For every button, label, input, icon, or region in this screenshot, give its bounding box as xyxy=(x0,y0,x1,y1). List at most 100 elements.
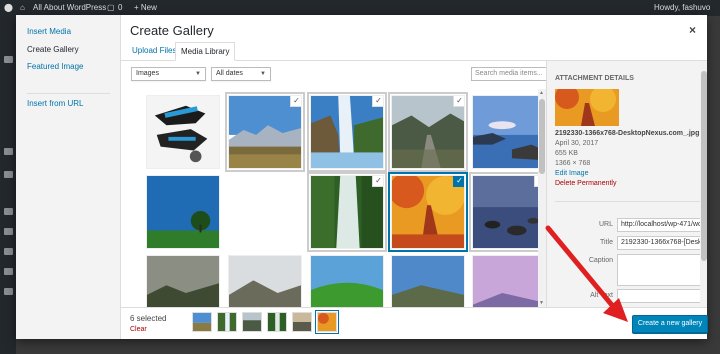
valley-road-mini xyxy=(243,313,261,331)
check-icon[interactable]: ✓ xyxy=(373,96,383,106)
mountain-lake-mini xyxy=(193,313,211,331)
pink-sky-image xyxy=(473,256,545,307)
check-icon[interactable]: ✓ xyxy=(454,176,464,186)
users-icon[interactable] xyxy=(4,248,13,255)
grid-scrollbar-thumb[interactable] xyxy=(539,99,545,174)
details-scrollbar-thumb[interactable] xyxy=(701,71,707,261)
menu-insert-from-url[interactable]: Insert from URL xyxy=(27,99,83,108)
attachment-item[interactable] xyxy=(146,175,220,249)
delete-permanently-link[interactable]: Delete Permanently xyxy=(555,180,616,187)
alt-text-label: Alt Text xyxy=(590,292,613,299)
media-footer: 6 selected Clear Create a new gallery xyxy=(121,307,708,339)
create-gallery-button[interactable]: Create a new gallery xyxy=(632,315,708,333)
site-name-link[interactable]: All About WordPress xyxy=(33,3,106,12)
title-field[interactable]: 2192330-1366x768-[Desktc xyxy=(617,236,701,250)
check-icon[interactable]: ✓ xyxy=(373,176,383,186)
clear-selection-link[interactable]: Clear xyxy=(130,326,147,333)
details-thumbnail xyxy=(555,89,619,126)
tab-media-library[interactable]: Media Library xyxy=(175,42,236,61)
wordpress-logo-icon[interactable]: ⬤ xyxy=(4,3,13,12)
menu-featured-image[interactable]: Featured Image xyxy=(27,62,83,71)
details-heading: Attachment Details xyxy=(555,75,634,82)
attachment-item[interactable] xyxy=(146,95,220,169)
green-hills-image xyxy=(311,256,383,307)
attachment-item[interactable]: ✓ xyxy=(472,175,546,249)
details-date: April 30, 2017 xyxy=(555,140,599,147)
howdy-user-link[interactable]: Howdy, fashuvo xyxy=(654,3,710,12)
mountain-lake-image xyxy=(229,96,301,168)
caption-field[interactable] xyxy=(617,254,701,286)
menu-create-gallery[interactable]: Create Gallery xyxy=(27,45,79,54)
date-filter-value: All dates xyxy=(216,70,243,77)
waterfall-mini xyxy=(218,313,236,331)
coast-rocks-image xyxy=(473,96,545,168)
attachment-details-sidebar: Attachment Details 2192330-1366x768-Desk… xyxy=(546,61,707,307)
details-scrollbar[interactable] xyxy=(700,61,707,307)
attachment-item[interactable] xyxy=(472,255,546,307)
comments-menu-icon[interactable] xyxy=(4,171,13,178)
date-filter-select[interactable]: All dates ▼ xyxy=(211,67,271,81)
waterfall-green-mini xyxy=(268,313,286,331)
details-dimensions: 1366 × 768 xyxy=(555,160,591,167)
media-toolbar: Images ▼ All dates ▼ Search media items.… xyxy=(121,61,548,89)
appearance-icon[interactable] xyxy=(4,208,13,215)
selection-thumb[interactable] xyxy=(242,312,262,332)
attachment-item[interactable]: ✓ xyxy=(391,95,465,169)
pages-icon[interactable] xyxy=(4,148,13,155)
river-valley-image xyxy=(392,256,464,307)
sea-stones-image xyxy=(473,176,545,248)
pin-icon[interactable] xyxy=(4,56,13,63)
waterfall-image xyxy=(311,96,383,168)
menu-insert-media[interactable]: Insert Media xyxy=(27,27,71,36)
check-icon[interactable]: ✓ xyxy=(291,96,301,106)
tab-upload-files[interactable]: Upload Files xyxy=(127,42,181,61)
alt-text-field[interactable] xyxy=(617,289,701,303)
caption-label: Caption xyxy=(588,257,613,264)
attachments-grid: ✓ ✓ ✓ ✓ ✓ xyxy=(121,89,546,307)
chevron-down-icon: ▼ xyxy=(195,71,201,77)
check-icon[interactable]: ✓ xyxy=(454,96,464,106)
title-label: Title xyxy=(600,239,613,246)
selection-thumb[interactable] xyxy=(317,312,337,332)
close-icon[interactable]: × xyxy=(689,23,696,37)
selection-count: 6 selected xyxy=(130,314,167,323)
new-content-link[interactable]: + New xyxy=(134,3,157,12)
admin-bar: ⬤ ⌂ All About WordPress ▢ 0 + New Howdy,… xyxy=(0,0,720,16)
modal-title: Create Gallery xyxy=(130,23,214,38)
url-field[interactable]: http://localhost/wp-471/wc xyxy=(617,218,701,232)
attachment-item[interactable] xyxy=(391,255,465,307)
attachment-item[interactable] xyxy=(228,255,302,307)
attachment-item[interactable]: ✓ xyxy=(391,175,465,249)
tools-icon[interactable] xyxy=(4,268,13,275)
sea-stones-mini xyxy=(293,313,311,331)
attachment-item[interactable] xyxy=(472,95,546,169)
type-filter-value: Images xyxy=(136,70,159,77)
attachment-item[interactable] xyxy=(310,255,384,307)
settings-icon[interactable] xyxy=(4,288,13,295)
selection-thumb[interactable] xyxy=(267,312,287,332)
scroll-up-icon[interactable]: ▲ xyxy=(539,90,544,96)
comments-icon[interactable]: ▢ xyxy=(107,3,115,12)
attachment-item[interactable] xyxy=(146,255,220,307)
waterfall-green-image xyxy=(311,176,383,248)
attachment-item[interactable]: ✓ xyxy=(310,175,384,249)
attachment-item[interactable]: ✓ xyxy=(228,95,302,169)
chevron-down-icon: ▼ xyxy=(260,71,266,77)
attachment-item[interactable]: ✓ xyxy=(310,95,384,169)
type-filter-select[interactable]: Images ▼ xyxy=(131,67,206,81)
search-input[interactable]: Search media items... xyxy=(471,67,548,81)
scroll-down-icon[interactable]: ▼ xyxy=(539,300,544,306)
selection-thumb[interactable] xyxy=(292,312,312,332)
valley-road-image xyxy=(392,96,464,168)
castle-lake-image xyxy=(147,256,219,307)
details-filename: 2192330-1366x768-DesktopNexus.com_.jpg xyxy=(555,130,700,137)
misty-mountains-image xyxy=(229,256,301,307)
autumn-forest-mini xyxy=(318,313,336,331)
selection-thumb[interactable] xyxy=(217,312,237,332)
grid-scrollbar[interactable]: ▲ ▼ xyxy=(538,89,546,307)
details-size: 655 KB xyxy=(555,150,578,157)
plugins-icon[interactable] xyxy=(4,228,13,235)
url-label: URL xyxy=(598,221,613,228)
selection-thumb[interactable] xyxy=(192,312,212,332)
edit-image-link[interactable]: Edit Image xyxy=(555,170,588,177)
